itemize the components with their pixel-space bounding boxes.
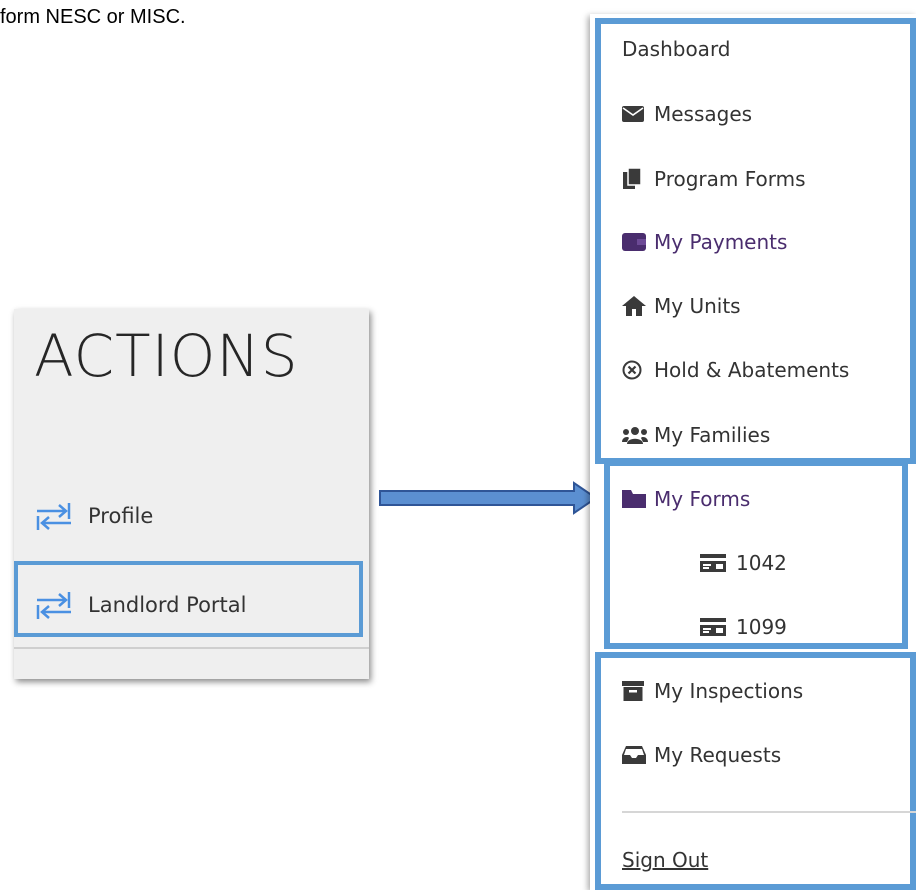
landlord-portal-action[interactable]: Landlord Portal (34, 585, 247, 625)
copy-icon (622, 168, 648, 190)
right-arrow-icon (379, 481, 598, 515)
nav-divider (622, 811, 916, 813)
actions-divider (14, 647, 369, 649)
nav-item-label: Sign Out (622, 848, 709, 872)
nav-item-my-families[interactable]: My Families (622, 423, 770, 447)
nav-item-form-1099[interactable]: 1099 (700, 615, 787, 639)
nav-item-my-requests[interactable]: My Requests (622, 743, 781, 767)
nav-item-label: My Forms (654, 487, 751, 511)
nav-item-label: 1099 (736, 615, 787, 639)
nav-item-label: My Units (654, 294, 741, 318)
sign-out-link[interactable]: Sign Out (622, 848, 708, 872)
circle-x-icon (622, 360, 648, 380)
nav-item-my-payments[interactable]: My Payments (622, 230, 787, 254)
id-card-icon (700, 618, 730, 636)
actions-title: ACTIONS (34, 322, 299, 390)
nav-item-label: My Payments (654, 230, 788, 254)
nav-item-label: Program Forms (654, 167, 806, 191)
users-icon (622, 426, 648, 444)
swap-arrows-icon (34, 501, 74, 531)
nav-item-label: 1042 (736, 551, 787, 575)
swap-arrows-icon (34, 590, 74, 620)
nav-item-form-1042[interactable]: 1042 (700, 551, 787, 575)
profile-action[interactable]: Profile (34, 496, 153, 536)
nav-item-hold-abatements[interactable]: Hold & Abatements (622, 358, 849, 382)
intro-text: form NESC or MISC. (0, 6, 186, 28)
nav-item-label: Hold & Abatements (654, 358, 850, 382)
nav-item-my-forms[interactable]: My Forms (622, 487, 750, 511)
profile-label: Profile (88, 504, 154, 528)
nav-item-my-units[interactable]: My Units (622, 294, 741, 318)
landlord-portal-label: Landlord Portal (88, 593, 247, 617)
wallet-icon (622, 233, 648, 251)
nav-item-label: My Inspections (654, 679, 804, 703)
nav-item-program-forms[interactable]: Program Forms (622, 167, 806, 191)
id-card-icon (700, 554, 730, 572)
home-icon (622, 296, 648, 316)
folder-icon (622, 490, 648, 508)
nav-item-label: My Requests (654, 743, 782, 767)
archive-icon (622, 681, 648, 701)
nav-item-messages[interactable]: Messages (622, 102, 752, 126)
nav-item-dashboard[interactable]: Dashboard (622, 37, 731, 61)
inbox-icon (622, 746, 648, 764)
nav-item-label: Messages (654, 102, 753, 126)
nav-item-my-inspections[interactable]: My Inspections (622, 679, 803, 703)
nav-item-label: My Families (654, 423, 771, 447)
envelope-icon (622, 106, 648, 122)
nav-item-label: Dashboard (622, 37, 731, 61)
